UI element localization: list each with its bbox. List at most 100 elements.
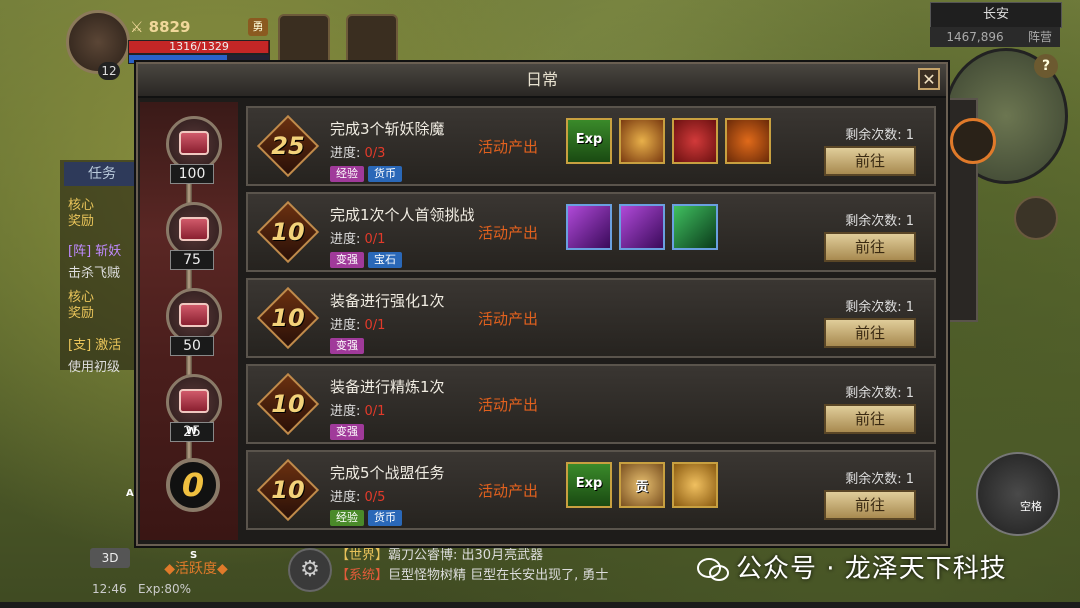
- task-row: 10 完成5个战盟任务 进度: 0/5 经验 货币 活动产出 Exp 贡 剩余次数: 1 前往: [246, 450, 936, 530]
- joystick-label: 空格: [1020, 500, 1042, 513]
- tracker-line[interactable]: 奖励: [68, 302, 94, 321]
- hp-text: 1316/1329: [169, 40, 229, 53]
- task-points-badge: 10: [256, 372, 320, 436]
- reward-label: Exp: [575, 476, 603, 491]
- task-tag: 货币: [368, 510, 402, 526]
- purple-gem-icon[interactable]: [566, 204, 612, 250]
- chat-line: 【世界】霸刀公睿博: 出30月亮武器: [336, 546, 716, 566]
- tracker-line[interactable]: 使用初级: [68, 356, 120, 375]
- go-button[interactable]: 前往: [824, 146, 916, 176]
- chat-channel: 【世界】: [336, 548, 389, 563]
- task-tag: 货币: [368, 166, 402, 182]
- remaining-count: 剩余次数: 1: [845, 386, 914, 401]
- milestone-value: 100: [170, 164, 214, 184]
- diamond-menu-icon[interactable]: [1014, 196, 1058, 240]
- wechat-icon: [697, 557, 729, 581]
- chat-text: 巨型怪物树精 巨型在长安出现了, 勇士: [388, 568, 609, 583]
- task-row: 10 装备进行精炼1次 进度: 0/1 变强 活动产出 剩余次数: 1 前往: [246, 364, 936, 444]
- watermark: 公众号 · 龙泽天下科技: [696, 548, 1007, 585]
- quest-tab[interactable]: 任务: [64, 162, 134, 186]
- progress-label: 进度:: [330, 490, 361, 505]
- activity-label: ◆活跃度◆: [164, 561, 228, 577]
- key-hint-w: W: [186, 426, 198, 437]
- task-title: 完成3个斩妖除魔: [330, 120, 445, 138]
- exp-icon[interactable]: Exp: [566, 462, 612, 508]
- combat-power: ⚔ 8829: [130, 18, 191, 36]
- camp-button[interactable]: 阵营: [1020, 27, 1060, 47]
- chat-channel: 【系统】: [336, 568, 389, 583]
- clock: 12:46: [92, 582, 127, 596]
- rank-badge: 勇: [248, 18, 268, 36]
- reward-label: 贡: [635, 480, 649, 495]
- activity-column: 100755025 0 ◆活跃度◆ A D S W: [126, 102, 258, 577]
- green-gem-icon[interactable]: [672, 204, 718, 250]
- task-tags: 变强 宝石: [330, 248, 406, 268]
- settings-gear-icon[interactable]: ⚙: [288, 548, 332, 592]
- purple-gem-icon[interactable]: [619, 204, 665, 250]
- bag-icon[interactable]: 贡: [619, 462, 665, 508]
- task-title: 完成5个战盟任务: [330, 464, 445, 482]
- exp-bar: [0, 602, 1080, 608]
- map-location: 长安: [930, 2, 1062, 28]
- exp-icon[interactable]: Exp: [566, 118, 612, 164]
- go-button[interactable]: 前往: [824, 318, 916, 348]
- go-button[interactable]: 前往: [824, 232, 916, 262]
- scroll-icon[interactable]: [278, 14, 330, 66]
- remaining-count: 剩余次数: 1: [845, 300, 914, 315]
- chat-log[interactable]: 【世界】霸刀公睿博: 出30月亮武器 【系统】巨型怪物树精 巨型在长安出现了, …: [336, 546, 716, 586]
- progress-label: 进度:: [330, 232, 361, 247]
- attack-joystick[interactable]: [976, 452, 1060, 536]
- progress-label: 进度:: [330, 318, 361, 333]
- view-3d-button[interactable]: 3D: [90, 548, 130, 568]
- chat-line: 【系统】巨型怪物树精 巨型在长安出现了, 勇士: [336, 566, 716, 586]
- tracker-line[interactable]: [阵] 斩妖: [68, 240, 121, 259]
- task-progress: 进度: 0/1: [330, 314, 385, 333]
- tracker-line[interactable]: [支] 激活: [68, 334, 121, 353]
- chat-text: 霸刀公睿博: 出30月亮武器: [388, 548, 544, 563]
- task-title: 完成1次个人首领挑战: [330, 206, 475, 224]
- task-source: 活动产出: [478, 310, 539, 328]
- daily-dialog: 日常 ✕ 100755025 0 ◆活跃度◆ A D S W 25完成3个斩妖除…: [126, 62, 948, 577]
- task-points: 10: [271, 476, 305, 504]
- progress-value: 0/5: [364, 490, 386, 505]
- task-points: 25: [271, 132, 305, 160]
- side-scroll-icon[interactable]: [950, 118, 996, 164]
- help-icon[interactable]: ?: [1034, 54, 1058, 78]
- task-progress: 进度: 0/1: [330, 400, 385, 419]
- reward-list: Exp: [566, 118, 778, 168]
- task-points-badge: 10: [256, 286, 320, 350]
- task-tag: 变强: [330, 338, 364, 354]
- progress-label: 进度:: [330, 146, 361, 161]
- progress-value: 0/3: [364, 146, 386, 161]
- pet-avatar-icon[interactable]: [346, 14, 398, 66]
- task-row: 25 完成3个斩妖除魔 进度: 0/3 经验 货币 活动产出 Exp 剩余次数: 1 前往: [246, 106, 936, 186]
- tracker-line[interactable]: 奖励: [68, 210, 94, 229]
- remaining-count: 剩余次数: 1: [845, 128, 914, 143]
- heart-medal-icon[interactable]: [672, 118, 718, 164]
- go-button[interactable]: 前往: [824, 404, 916, 434]
- activity-current: 0: [166, 458, 220, 512]
- cross-medal-icon[interactable]: [725, 118, 771, 164]
- task-points-badge: 10: [256, 200, 320, 264]
- coins-icon[interactable]: [672, 462, 718, 508]
- task-tags: 经验 货币: [330, 506, 406, 526]
- task-source: 活动产出: [478, 482, 539, 500]
- chest-box: [179, 131, 209, 155]
- close-icon[interactable]: ✕: [918, 68, 940, 90]
- remaining-count: 剩余次数: 1: [845, 472, 914, 487]
- watermark-text: 公众号 · 龙泽天下科技: [736, 554, 1007, 584]
- reward-label: Exp: [575, 132, 603, 147]
- task-progress: 进度: 0/1: [330, 228, 385, 247]
- combat-power-value: 8829: [148, 18, 191, 36]
- tracker-line[interactable]: 击杀飞贼: [68, 262, 120, 281]
- map-coords: 1467,896: [930, 27, 1020, 47]
- task-tag: 经验: [330, 166, 364, 182]
- task-points-badge: 10: [256, 458, 320, 522]
- task-points: 10: [271, 390, 305, 418]
- wing-medal-icon[interactable]: [619, 118, 665, 164]
- progress-label: 进度:: [330, 404, 361, 419]
- go-button[interactable]: 前往: [824, 490, 916, 520]
- player-avatar[interactable]: [66, 10, 130, 74]
- task-tag: 变强: [330, 424, 364, 440]
- task-points-badge: 25: [256, 114, 320, 178]
